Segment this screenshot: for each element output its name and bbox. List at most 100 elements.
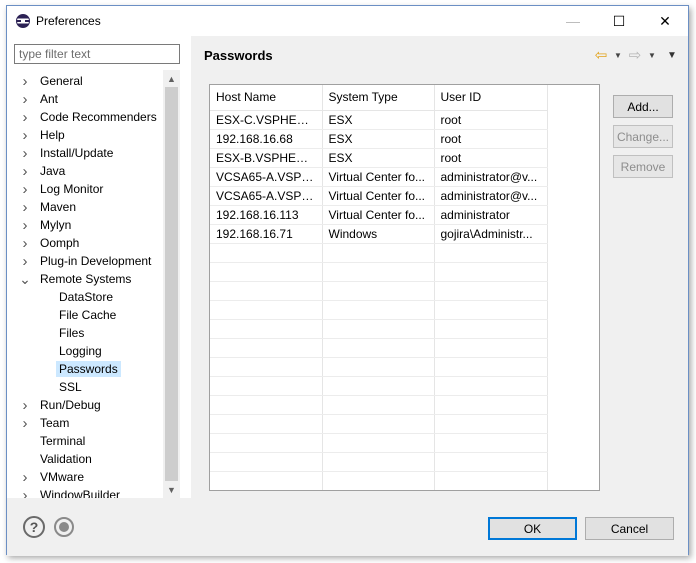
tree-item[interactable]: › Code Recommenders [7,108,175,126]
table-row[interactable]: VCSA65-A.VSPHE... Virtual Center fo... adm… [210,167,548,187]
tree-item[interactable]: File Cache [7,306,175,324]
tree-item[interactable]: › Mylyn [7,216,175,234]
table-cell: VCSA65-A.VSPHE... [210,186,323,206]
chevron-right-icon[interactable]: › [19,90,31,108]
table-row[interactable]: ESX-B.VSPHERE6... ESX root [210,148,548,168]
empty-cell [434,357,548,377]
tree-item-label: SSL [59,380,82,394]
tree-item[interactable]: › Install/Update [7,144,175,162]
chevron-right-icon[interactable]: › [19,252,31,270]
tree-scrollbar[interactable]: ▲ ▼ [163,70,180,498]
empty-cell [210,414,323,434]
back-arrow-icon[interactable]: ⇦ [592,46,610,64]
view-menu-icon[interactable]: ▼ [664,50,680,61]
empty-cell [434,281,548,301]
tree-item[interactable]: › Run/Debug [7,396,175,414]
tree-item[interactable]: DataStore [7,288,175,306]
tree-item[interactable]: Files [7,324,175,342]
filter-input[interactable] [14,44,180,64]
record-icon[interactable] [54,517,74,537]
maximize-button[interactable]: ☐ [596,6,642,36]
tree-item[interactable]: Validation [7,450,175,468]
tree-item[interactable]: Passwords [7,360,175,378]
scrollbar-thumb[interactable] [165,87,178,481]
forward-arrow-icon[interactable]: ⇨ [626,46,644,64]
column-header-system-type[interactable]: System Type [322,85,435,111]
column-header-user-id[interactable]: User ID [434,85,548,111]
empty-cell [434,471,548,490]
table-actions: Add... Change... Remove [613,95,673,178]
empty-cell [434,243,548,263]
cancel-button[interactable]: Cancel [585,517,674,540]
chevron-right-icon[interactable]: › [19,234,31,252]
tree-item[interactable]: › Maven [7,198,175,216]
empty-cell [322,452,435,472]
tree-item[interactable]: › Plug-in Development [7,252,175,270]
table-row[interactable]: 192.168.16.68 ESX root [210,129,548,149]
change-button[interactable]: Change... [613,125,673,148]
empty-table-row [210,376,548,396]
tree-item[interactable]: ⌄ Remote Systems [7,270,175,288]
tree-item-label: Mylyn [40,218,72,232]
chevron-down-icon[interactable]: ⌄ [19,270,31,288]
scroll-up-icon[interactable]: ▲ [163,70,180,87]
chevron-right-icon[interactable]: › [19,216,31,234]
table-cell: root [434,110,548,130]
remove-button[interactable]: Remove [613,155,673,178]
empty-cell [434,300,548,320]
tree-item-label: Terminal [40,434,86,448]
help-icon[interactable]: ? [23,516,45,538]
tree-item-label: Team [40,416,70,430]
empty-cell [434,338,548,358]
ok-button[interactable]: OK [488,517,577,540]
tree-item[interactable]: Terminal [7,432,175,450]
tree-item[interactable]: Logging [7,342,175,360]
tree-item[interactable]: › Team [7,414,175,432]
chevron-right-icon[interactable]: › [19,144,31,162]
tree-item[interactable]: › Log Monitor [7,180,175,198]
tree-item[interactable]: › VMware [7,468,175,486]
tree-item[interactable]: SSL [7,378,175,396]
chevron-right-icon[interactable]: › [19,162,31,180]
chevron-right-icon[interactable]: › [19,108,31,126]
chevron-right-icon[interactable]: › [19,414,31,432]
chevron-right-icon[interactable]: › [19,180,31,198]
tree-item-label: Ant [40,92,59,106]
empty-cell [434,395,548,415]
tree-item[interactable]: › General [7,72,175,90]
table-cell: ESX [322,129,435,149]
empty-cell [434,376,548,396]
tree-item[interactable]: › Help [7,126,175,144]
add-button[interactable]: Add... [613,95,673,118]
empty-table-row [210,262,548,282]
tree-item-label: Validation [40,452,92,466]
chevron-right-icon[interactable]: › [19,198,31,216]
table-row[interactable]: 192.168.16.71 Windows gojira\Administr... [210,224,548,244]
table-row[interactable]: VCSA65-A.VSPHE... Virtual Center fo... adm… [210,186,548,206]
table-cell: ESX [322,148,435,168]
empty-cell [210,357,323,377]
tree-item[interactable]: › Oomph [7,234,175,252]
chevron-right-icon[interactable]: › [19,468,31,486]
minimize-button[interactable]: — [550,6,596,36]
tree-item-label: Log Monitor [40,182,104,196]
chevron-right-icon[interactable]: › [19,396,31,414]
column-header-host-name[interactable]: Host Name [210,85,323,111]
forward-dropdown-icon[interactable]: ▼ [646,51,658,60]
empty-cell [322,376,435,396]
tree-item-label: Help [40,128,65,142]
tree-item[interactable]: › Ant [7,90,175,108]
chevron-right-icon[interactable]: › [19,72,31,90]
close-button[interactable]: ✕ [642,6,688,36]
tree-item[interactable]: › Java [7,162,175,180]
empty-cell [210,300,323,320]
table-row[interactable]: ESX-C.VSPHERE6... ESX root [210,110,548,130]
scroll-down-icon[interactable]: ▼ [163,481,180,498]
table-row[interactable]: 192.168.16.113 Virtual Center fo... admini… [210,205,548,225]
table-cell: administrator@v... [434,186,548,206]
empty-table-row [210,319,548,339]
chevron-right-icon[interactable]: › [19,126,31,144]
back-dropdown-icon[interactable]: ▼ [612,51,624,60]
table-cell: administrator [434,205,548,225]
table-cell: 192.168.16.113 [210,205,323,225]
